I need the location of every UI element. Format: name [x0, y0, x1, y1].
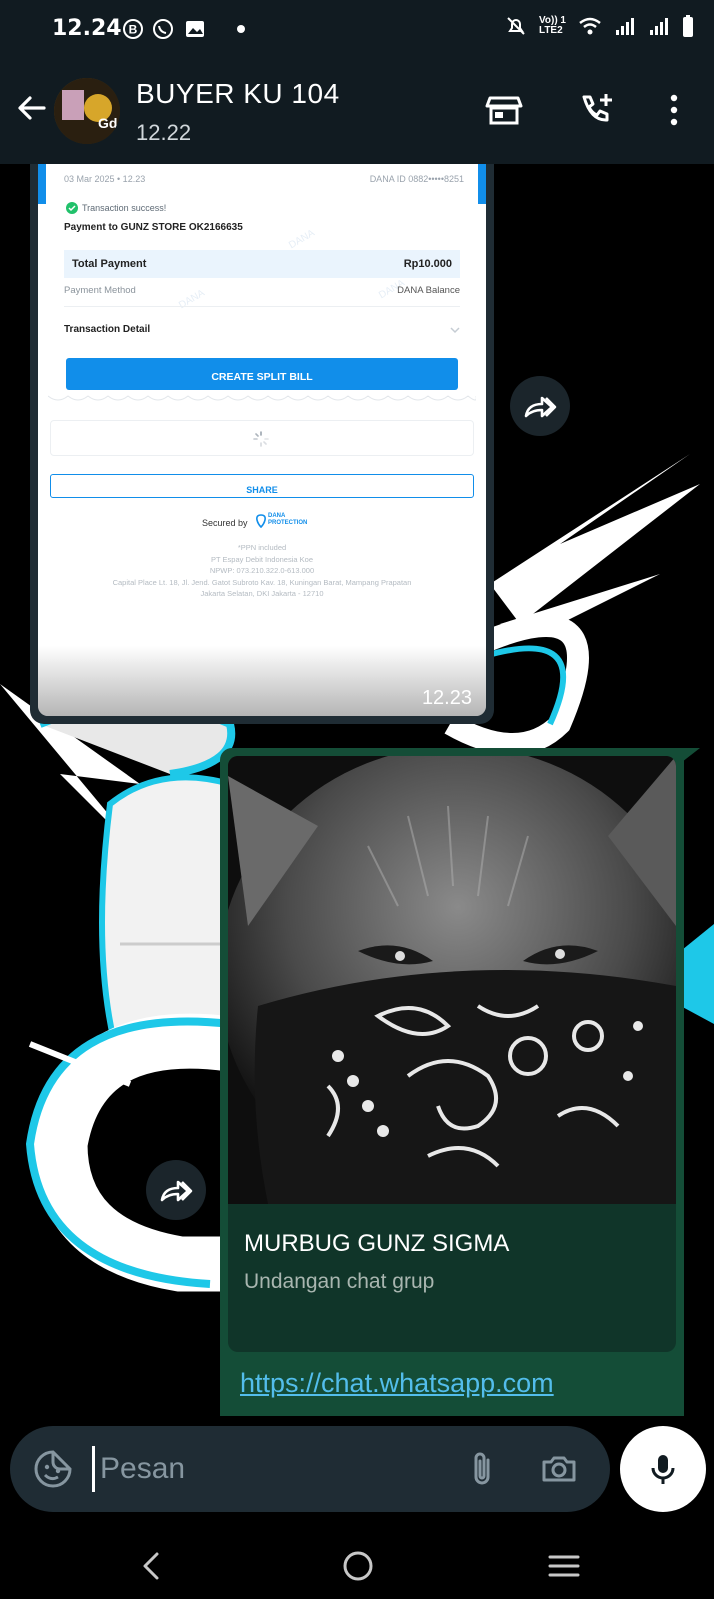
contact-name[interactable]: BUYER KU 104 — [136, 78, 340, 110]
receipt-footer: *PPN included PT Espay Debit Indonesia K… — [38, 542, 486, 600]
avatar[interactable]: Gd — [54, 78, 120, 144]
footer-line: NPWP: 073.210.322.0-613.000 — [209, 566, 315, 575]
group-invite-subtitle: Undangan chat grup — [244, 1270, 435, 1293]
nav-home-button[interactable] — [338, 1546, 378, 1586]
transaction-detail-label[interactable]: Transaction Detail — [64, 324, 150, 335]
footer-line: Capital Place Lt. 18, Jl. Jend. Gatot Su… — [112, 577, 412, 587]
forward-button[interactable] — [510, 376, 570, 436]
receipt-edge-right — [478, 164, 486, 204]
forward-icon — [160, 1180, 193, 1202]
protection-line2: PROTECTION — [268, 520, 308, 526]
text-cursor — [92, 1446, 95, 1492]
network-label-bottom: LTE2 — [538, 25, 563, 36]
check-circle-icon — [66, 202, 78, 214]
footer-line: Jakarta Selatan, DKI Jakarta - 12710 — [200, 589, 324, 598]
wifi-icon — [579, 17, 601, 35]
message-composer — [10, 1426, 610, 1512]
signal-2-icon — [650, 18, 668, 35]
shop-button[interactable] — [484, 90, 524, 130]
payment-method-value: DANA Balance — [397, 285, 460, 296]
contact-last-seen: 12.22 — [136, 120, 192, 145]
create-split-bill-button[interactable]: CREATE SPLIT BILL — [66, 358, 458, 390]
receipt-screenshot[interactable]: 03 Mar 2025 • 12.23 DANA ID 0882•••••825… — [38, 164, 486, 716]
share-label: SHARE — [246, 485, 278, 495]
chevron-down-icon[interactable] — [450, 326, 460, 334]
chat-header: Gd BUYER KU 104 12.22 — [0, 60, 714, 164]
group-name[interactable]: MURBUG GUNZ SIGMA — [244, 1230, 509, 1258]
share-button[interactable]: SHARE — [50, 474, 474, 498]
mute-bell-icon — [507, 17, 525, 35]
footer-line: *PPN included — [237, 543, 287, 552]
group-invite-message[interactable]: MURBUG GUNZ SIGMA Undangan chat grup htt… — [220, 748, 700, 1416]
group-photo — [228, 756, 676, 1204]
message-input[interactable] — [100, 1444, 460, 1494]
receipt-top: 03 Mar 2025 • 12.23 DANA ID 0882•••••825… — [38, 164, 486, 204]
invite-link[interactable]: https://chat.whatsapp.com — [240, 1368, 554, 1399]
message-time: 12.23 — [421, 687, 472, 709]
receipt-dana-id: DANA ID 0882•••••8251 — [369, 174, 464, 184]
sticker-button[interactable] — [32, 1448, 74, 1490]
dana-protection-wordmark: DANA PROTECTION — [268, 513, 307, 527]
status-time: 12.24 — [52, 16, 122, 41]
avatar-image: Gd — [54, 78, 120, 144]
gallery-icon — [186, 21, 204, 37]
nav-back-button[interactable] — [132, 1546, 172, 1586]
add-call-button[interactable] — [576, 90, 616, 130]
footer-line: PT Espay Debit Indonesia Koe — [210, 554, 313, 564]
voice-message-button[interactable] — [620, 1426, 706, 1512]
divider — [64, 306, 460, 307]
microphone-icon — [651, 1455, 675, 1484]
forward-icon — [524, 396, 557, 418]
b-badge-icon: B — [123, 19, 143, 39]
svg-text:Gd: Gd — [98, 115, 117, 131]
attach-button[interactable] — [462, 1448, 504, 1490]
create-split-bill-label: CREATE SPLIT BILL — [211, 371, 313, 383]
loading-spinner-icon — [253, 431, 269, 447]
forward-button[interactable] — [146, 1160, 206, 1220]
total-payment-row: Total Payment Rp10.000 — [64, 250, 460, 278]
receipt-status: Transaction success! — [82, 203, 167, 213]
dana-protection-logo-icon — [256, 514, 266, 528]
protection-line1: DANA — [268, 513, 286, 519]
status-bar: 12.24 B Vo)) 1 LTE2 — [0, 0, 714, 60]
camera-button[interactable] — [538, 1448, 580, 1490]
group-invite-card[interactable]: MURBUG GUNZ SIGMA Undangan chat grup — [228, 756, 676, 1352]
receipt-date: 03 Mar 2025 • 12.23 — [64, 174, 146, 184]
signal-1-icon — [616, 18, 634, 35]
dot-indicator-icon — [237, 25, 245, 33]
receipt-zigzag-edge — [48, 395, 476, 401]
bubble-tail — [682, 748, 700, 762]
group-photo-image — [228, 756, 676, 1204]
svg-text:B: B — [129, 23, 138, 37]
more-options-button[interactable] — [654, 90, 694, 130]
back-button[interactable] — [14, 90, 50, 126]
system-nav-bar — [0, 1532, 714, 1599]
network-label: Vo)) 1 LTE2 — [539, 16, 566, 36]
total-payment-label: Total Payment — [72, 258, 147, 270]
receipt-watermark: DANA — [177, 287, 207, 312]
timestamp-gradient — [38, 646, 486, 716]
image-message-bubble[interactable]: 03 Mar 2025 • 12.23 DANA ID 0882•••••825… — [30, 164, 494, 724]
receipt-edge-left — [38, 164, 46, 204]
status-right: Vo)) 1 LTE2 — [505, 14, 694, 38]
receipt-watermark: DANA — [287, 227, 317, 252]
total-payment-value: Rp10.000 — [403, 258, 452, 270]
nav-recents-button[interactable] — [544, 1546, 584, 1586]
whatsapp-icon — [153, 19, 173, 39]
receipt-payment-to: Payment to GUNZ STORE OK2166635 — [64, 222, 243, 233]
battery-icon — [683, 15, 693, 37]
loading-card — [50, 420, 474, 456]
secured-by-label: Secured by — [202, 518, 248, 528]
payment-method-label: Payment Method — [64, 285, 136, 296]
